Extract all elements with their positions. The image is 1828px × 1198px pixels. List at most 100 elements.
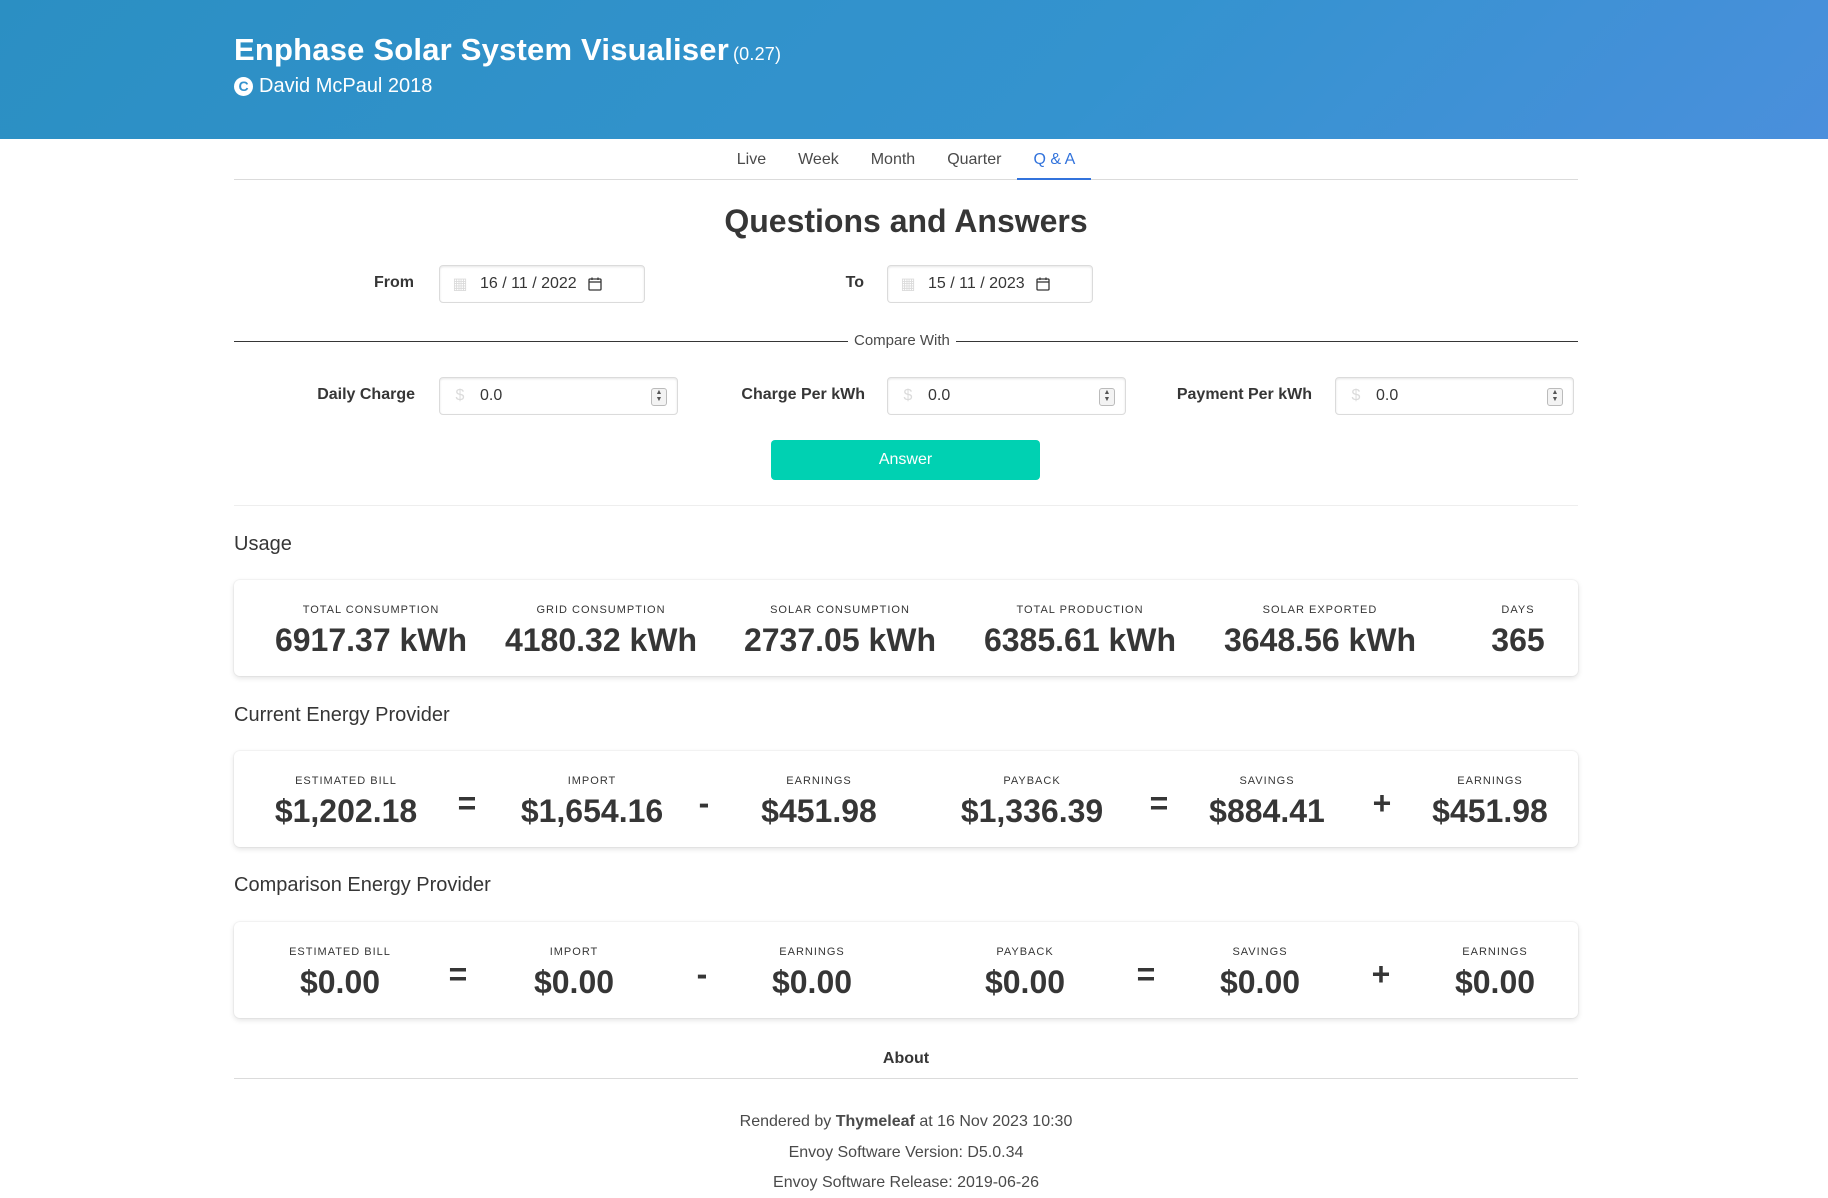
section-divider [234, 505, 1578, 506]
comparison-earnings-2: Earnings $0.00 [1395, 922, 1595, 1018]
stat-value: 6917.37 kWh [274, 622, 468, 658]
stat-value: $0.00 [1219, 964, 1301, 1000]
current-import: Import $1,654.16 [492, 751, 692, 847]
stat-heading: Estimated Bill [289, 946, 391, 958]
envoy-release: Envoy Software Release: 2019-06-26 [773, 1174, 1039, 1191]
rendered-prefix: Rendered by [739, 1113, 832, 1130]
app-title: Enphase Solar System Visualiser (0.27) [234, 30, 781, 74]
stat-heading: Savings [1239, 775, 1295, 787]
page-title: Questions and Answers [724, 203, 1088, 239]
stepper-icon[interactable]: ▲ ▼ [1099, 388, 1115, 406]
answer-button[interactable]: Answer [771, 440, 1040, 480]
from-label: From [374, 274, 414, 291]
operator-text: = [457, 785, 477, 821]
stat-heading: Total Consumption [302, 604, 440, 616]
stat-heading: Days [1501, 604, 1535, 616]
tab-bar: Live Week Month Quarter Q & A [234, 139, 1578, 180]
stat-heading: Earnings [1462, 946, 1528, 958]
comparison-provider-title: Comparison Energy Provider [234, 874, 491, 896]
payment-per-kwh-label: Payment Per kWh [1176, 386, 1312, 403]
operator-text: = [1136, 956, 1156, 992]
rendered-engine: Thymeleaf [835, 1113, 915, 1130]
tab-week[interactable]: Week [782, 139, 855, 179]
dollar-icon: $ [1351, 387, 1361, 404]
usage-box: Total Consumption 6917.37 kWh Grid Consu… [234, 580, 1578, 676]
payment-per-kwh-input[interactable]: $ 0.0 ▲ ▼ [1335, 377, 1574, 415]
app-version: (0.27) [732, 44, 782, 64]
current-earnings-2: Earnings $451.98 [1390, 751, 1590, 847]
tab-quarter[interactable]: Quarter [931, 139, 1017, 179]
from-date-value: 16 / 11 / 2022 [480, 275, 577, 292]
stat-heading: Total Production [1016, 604, 1144, 616]
stat-heading: Solar Consumption [770, 604, 910, 616]
stat-value: 365 [1491, 622, 1545, 658]
about-link[interactable]: About [234, 1050, 1578, 1068]
usage-solar-consumption: Solar Consumption 2737.05 kWh [718, 580, 962, 676]
equals-operator: = [1131, 922, 1161, 1018]
current-provider-title: Current Energy Provider [234, 704, 450, 726]
stat-value: 2737.05 kWh [743, 622, 937, 658]
daily-charge-value: 0.0 [480, 387, 503, 404]
stat-heading: Earnings [779, 946, 845, 958]
to-date-value: 15 / 11 / 2023 [928, 275, 1025, 292]
calendar-picker-icon[interactable] [585, 277, 605, 291]
stat-value: 6385.61 kWh [983, 622, 1177, 658]
charge-per-kwh-input[interactable]: $ 0.0 ▲ ▼ [887, 377, 1126, 415]
stat-value: $0.00 [533, 964, 615, 1000]
usage-solar-exported: Solar Exported 3648.56 kWh [1198, 580, 1442, 676]
footer-divider [234, 1078, 1578, 1079]
stat-value: $0.00 [984, 964, 1066, 1000]
current-estimated-bill: Estimated Bill $1,202.18 [254, 751, 438, 847]
daily-charge-input[interactable]: $ 0.0 ▲ ▼ [439, 377, 678, 415]
operator-text: = [448, 956, 468, 992]
charge-per-kwh-label: Charge Per kWh [741, 386, 865, 403]
stat-value: 3648.56 kWh [1223, 622, 1417, 658]
from-date-input[interactable]: ▦ 16 / 11 / 2022 [439, 265, 645, 303]
comparison-savings: Savings $0.00 [1160, 922, 1360, 1018]
comparison-import: Import $0.00 [474, 922, 674, 1018]
operator-text: + [1371, 956, 1391, 992]
stat-value: $0.00 [299, 964, 381, 1000]
equals-operator: = [443, 922, 473, 1018]
stat-value: $884.41 [1209, 793, 1325, 829]
copyright: C David McPaul 2018 [234, 74, 781, 98]
stat-value: $1,336.39 [960, 793, 1104, 829]
stepper-icon[interactable]: ▲ ▼ [651, 388, 667, 406]
to-label: To [845, 274, 864, 291]
comparison-earnings: Earnings $0.00 [712, 922, 912, 1018]
usage-title: Usage [234, 533, 292, 555]
compare-with-label: Compare With [848, 332, 956, 349]
stat-heading: Grid Consumption [536, 604, 666, 616]
hero-header: Enphase Solar System Visualiser (0.27) C … [0, 0, 1828, 139]
dollar-icon: $ [455, 387, 465, 404]
charge-per-kwh-value: 0.0 [928, 387, 951, 404]
current-earnings: Earnings $451.98 [719, 751, 919, 847]
author: David McPaul 2018 [259, 75, 433, 97]
stat-value: $451.98 [761, 793, 877, 829]
stat-heading: Import [567, 775, 617, 787]
stat-heading: Import [549, 946, 599, 958]
stepper-icon[interactable]: ▲ ▼ [1547, 388, 1563, 406]
tab-qa[interactable]: Q & A [1017, 139, 1092, 180]
plus-operator: + [1366, 922, 1396, 1018]
stat-heading: Earnings [1457, 775, 1523, 787]
comparison-estimated-bill: Estimated Bill $0.00 [254, 922, 426, 1018]
comparison-payback: Payback $0.00 [925, 922, 1125, 1018]
stat-heading: Estimated Bill [295, 775, 397, 787]
stat-value: $0.00 [1454, 964, 1536, 1000]
tab-live[interactable]: Live [721, 139, 782, 179]
stat-value: 4180.32 kWh [504, 622, 698, 658]
current-payback: Payback $1,336.39 [932, 751, 1132, 847]
stat-value: $451.98 [1432, 793, 1548, 829]
calendar-picker-icon[interactable] [1033, 277, 1053, 291]
stat-heading: Payback [996, 946, 1054, 958]
stat-heading: Payback [1003, 775, 1061, 787]
to-date-input[interactable]: ▦ 15 / 11 / 2023 [887, 265, 1093, 303]
calendar-lead-icon: ▦ [452, 276, 468, 293]
daily-charge-label: Daily Charge [317, 386, 415, 403]
calendar-lead-icon: ▦ [900, 276, 916, 293]
rendered-by-line: Rendered by Thymeleaf at 16 Nov 2023 10:… [234, 1113, 1578, 1131]
copyright-icon: C [234, 76, 253, 96]
tab-month[interactable]: Month [855, 139, 931, 179]
rendered-suffix: at 16 Nov 2023 10:30 [919, 1113, 1073, 1130]
